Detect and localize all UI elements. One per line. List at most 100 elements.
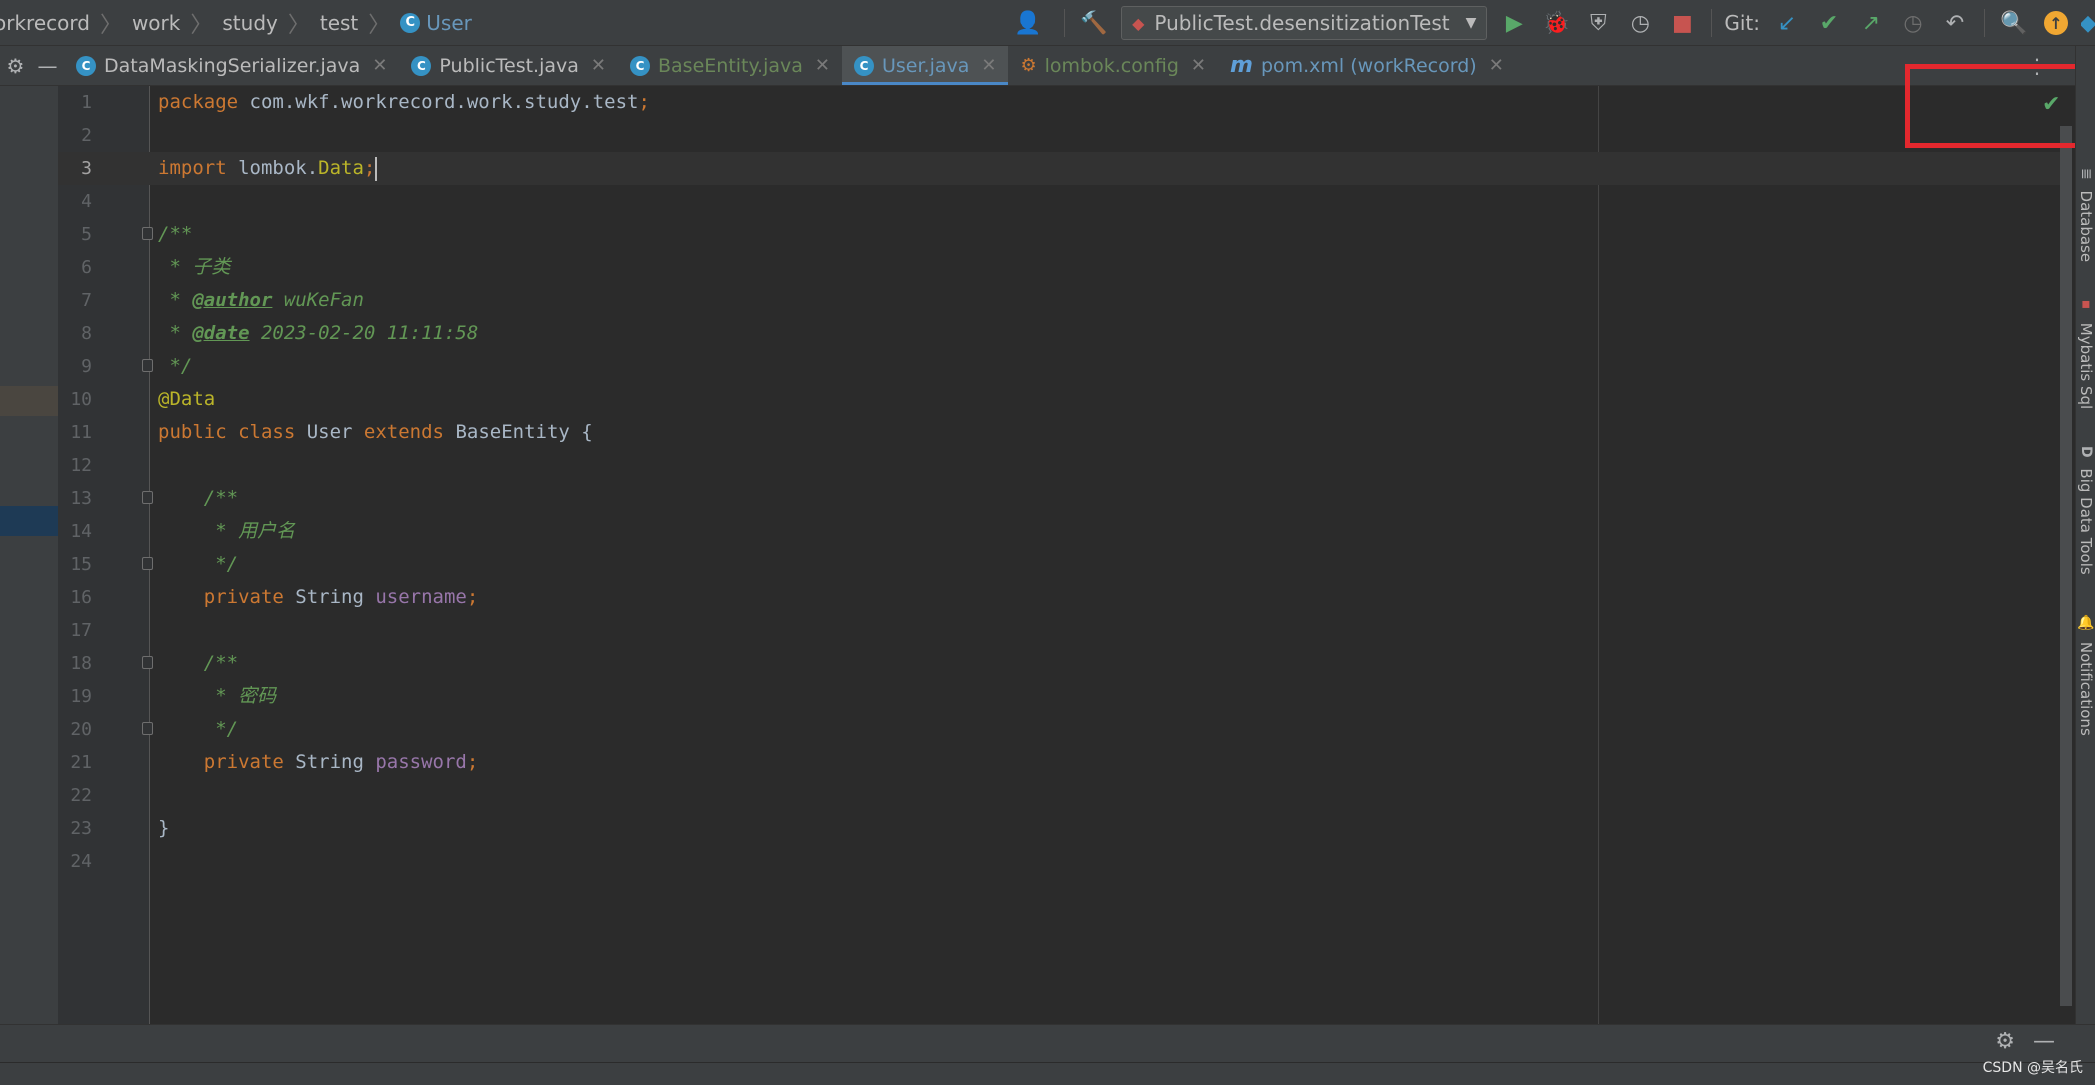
tab-datamaskingserializer[interactable]: C DataMaskingSerializer.java ✕ xyxy=(64,46,399,85)
minimize-icon[interactable]: — xyxy=(2033,1029,2055,1054)
fold-marker-icon[interactable] xyxy=(142,359,153,372)
tool-window-big-data-tools[interactable]: D Big Data Tools xyxy=(2077,446,2095,575)
tab-baseentity[interactable]: C BaseEntity.java ✕ xyxy=(618,46,842,85)
tab-label: DataMaskingSerializer.java xyxy=(104,54,361,77)
breadcrumb-item-project[interactable]: orkrecord xyxy=(0,11,94,35)
code-line[interactable]: 24 xyxy=(58,845,2060,878)
stop-icon[interactable]: ■ xyxy=(1665,6,1699,40)
gear-icon[interactable]: ⚙ xyxy=(1995,1029,2015,1054)
toolbar-divider xyxy=(1984,9,1985,37)
close-icon[interactable]: ✕ xyxy=(372,55,387,76)
tool-window-mybatis-sql[interactable]: ▪ Mybatis Sql xyxy=(2077,296,2095,409)
close-icon[interactable]: ✕ xyxy=(1191,55,1206,76)
breadcrumb-item-work[interactable]: work xyxy=(128,11,184,35)
code-text: package com.wkf.workrecord.work.study.te… xyxy=(158,86,650,119)
code-line[interactable]: 23 } xyxy=(58,812,2060,845)
fold-marker-icon[interactable] xyxy=(142,227,153,240)
toolbar-divider xyxy=(1064,9,1066,37)
code-line[interactable]: 19 * 密码 xyxy=(58,680,2060,713)
tab-label: User.java xyxy=(881,54,970,77)
run-icon[interactable]: ▶ xyxy=(1497,6,1531,40)
close-icon[interactable]: ✕ xyxy=(981,55,996,76)
line-number: 13 xyxy=(70,488,92,509)
semicolon: ; xyxy=(638,91,650,113)
git-history-icon[interactable]: ◷ xyxy=(1896,6,1930,40)
rollback-icon[interactable]: ↶ xyxy=(1938,6,1972,40)
tool-window-notifications[interactable]: 🔔 Notifications xyxy=(2077,614,2095,736)
code-line[interactable]: 17 xyxy=(58,614,2060,647)
breadcrumb-separator-icon: 〉 xyxy=(287,12,310,38)
line-number: 6 xyxy=(81,257,92,278)
project-panel-controls: ⚙ — xyxy=(0,46,64,85)
coverage-icon[interactable]: ⛨ xyxy=(1581,6,1615,40)
keyword: import xyxy=(158,157,227,179)
gear-icon[interactable]: ⚙ xyxy=(7,54,25,78)
doc-tag: @author xyxy=(192,289,273,311)
close-icon[interactable]: ✕ xyxy=(815,55,830,76)
code-line[interactable]: 2 xyxy=(58,119,2060,152)
code-line[interactable]: 10 @Data xyxy=(58,383,2060,416)
fold-marker-icon[interactable] xyxy=(142,491,153,504)
code-line[interactable]: 20 */ xyxy=(58,713,2060,746)
code-line[interactable]: 1 package com.wkf.workrecord.work.study.… xyxy=(58,86,2060,119)
code-text: private String username; xyxy=(158,581,479,614)
code-line[interactable]: 4 xyxy=(58,185,2060,218)
fold-marker-icon[interactable] xyxy=(142,656,153,669)
code-line[interactable]: 15 */ xyxy=(58,548,2060,581)
code-line[interactable]: 9 */ xyxy=(58,350,2060,383)
breadcrumb-item-user[interactable]: C User xyxy=(396,11,476,35)
minimize-icon[interactable]: — xyxy=(37,54,57,78)
updates-button[interactable]: ↑ xyxy=(2039,6,2073,40)
code-line[interactable]: 6 * 子类 xyxy=(58,251,2060,284)
fold-marker-icon[interactable] xyxy=(142,557,153,570)
code-line-current[interactable]: 3 import lombok.Data; xyxy=(58,152,2060,185)
git-push-icon[interactable]: ↗ xyxy=(1854,6,1888,40)
code-text: import lombok.Data; xyxy=(158,152,378,185)
breadcrumb: orkrecord 〉 work 〉 study 〉 test 〉 C User xyxy=(0,0,476,45)
code-line[interactable]: 12 xyxy=(58,449,2060,482)
code-line[interactable]: 8 * @date 2023-02-20 11:11:58 xyxy=(58,317,2060,350)
breadcrumb-separator-icon: 〉 xyxy=(368,12,391,38)
tab-user[interactable]: C User.java ✕ xyxy=(841,46,1009,85)
profile-icon[interactable]: ◷ xyxy=(1623,6,1657,40)
code-line[interactable]: 11 public class User extends BaseEntity … xyxy=(58,416,2060,449)
breadcrumb-item-test[interactable]: test xyxy=(316,11,362,35)
doc-comment: /** xyxy=(158,487,239,509)
debug-icon[interactable]: 🐞 xyxy=(1539,6,1573,40)
vertical-scrollbar[interactable] xyxy=(2060,126,2072,1006)
code-line[interactable]: 13 /** xyxy=(58,482,2060,515)
tab-pom-xml[interactable]: m pom.xml (workRecord) ✕ xyxy=(1218,46,1516,85)
git-commit-icon[interactable]: ✔ xyxy=(1812,6,1846,40)
code-line[interactable]: 16 private String username; xyxy=(58,581,2060,614)
user-account-icon[interactable]: 👤 xyxy=(1004,6,1052,40)
tab-lombok-config[interactable]: ⚙ lombok.config ✕ xyxy=(1008,46,1218,85)
code-line[interactable]: 21 private String password; xyxy=(58,746,2060,779)
fold-marker-icon[interactable] xyxy=(142,722,153,735)
keyword: package xyxy=(158,91,239,113)
run-configuration-select[interactable]: ◆ PublicTest.desensitizationTest ▼ xyxy=(1121,6,1488,40)
breadcrumb-item-study[interactable]: study xyxy=(218,11,281,35)
keyword: public xyxy=(158,421,227,443)
close-icon[interactable]: ✕ xyxy=(591,55,606,76)
code-line[interactable]: 14 * 用户名 xyxy=(58,515,2060,548)
close-icon[interactable]: ✕ xyxy=(1489,55,1504,76)
tab-publictest[interactable]: C PublicTest.java ✕ xyxy=(399,46,618,85)
line-number: 22 xyxy=(70,785,92,806)
build-hammer-icon[interactable]: 🔨 xyxy=(1077,6,1111,40)
code-line[interactable]: 22 xyxy=(58,779,2060,812)
editor-tab-bar: ⚙ — C DataMaskingSerializer.java ✕ C Pub… xyxy=(0,46,2075,86)
plugin-icon[interactable]: ◆ xyxy=(2081,6,2095,40)
line-number: 1 xyxy=(81,92,92,113)
line-number: 17 xyxy=(70,620,92,641)
class-icon: C xyxy=(76,55,96,76)
tool-window-database[interactable]: ≣ Database xyxy=(2077,168,2095,262)
class-icon: C xyxy=(853,55,874,76)
code-line[interactable]: 18 /** xyxy=(58,647,2060,680)
line-number: 18 xyxy=(70,653,92,674)
search-icon[interactable]: 🔍 xyxy=(1997,6,2031,40)
code-line[interactable]: 5 /** xyxy=(58,218,2060,251)
code-line[interactable]: 7 * @author wuKeFan xyxy=(58,284,2060,317)
line-number: 11 xyxy=(70,422,92,443)
doc-comment: * 子类 xyxy=(158,256,231,278)
git-update-icon[interactable]: ↙ xyxy=(1770,6,1804,40)
